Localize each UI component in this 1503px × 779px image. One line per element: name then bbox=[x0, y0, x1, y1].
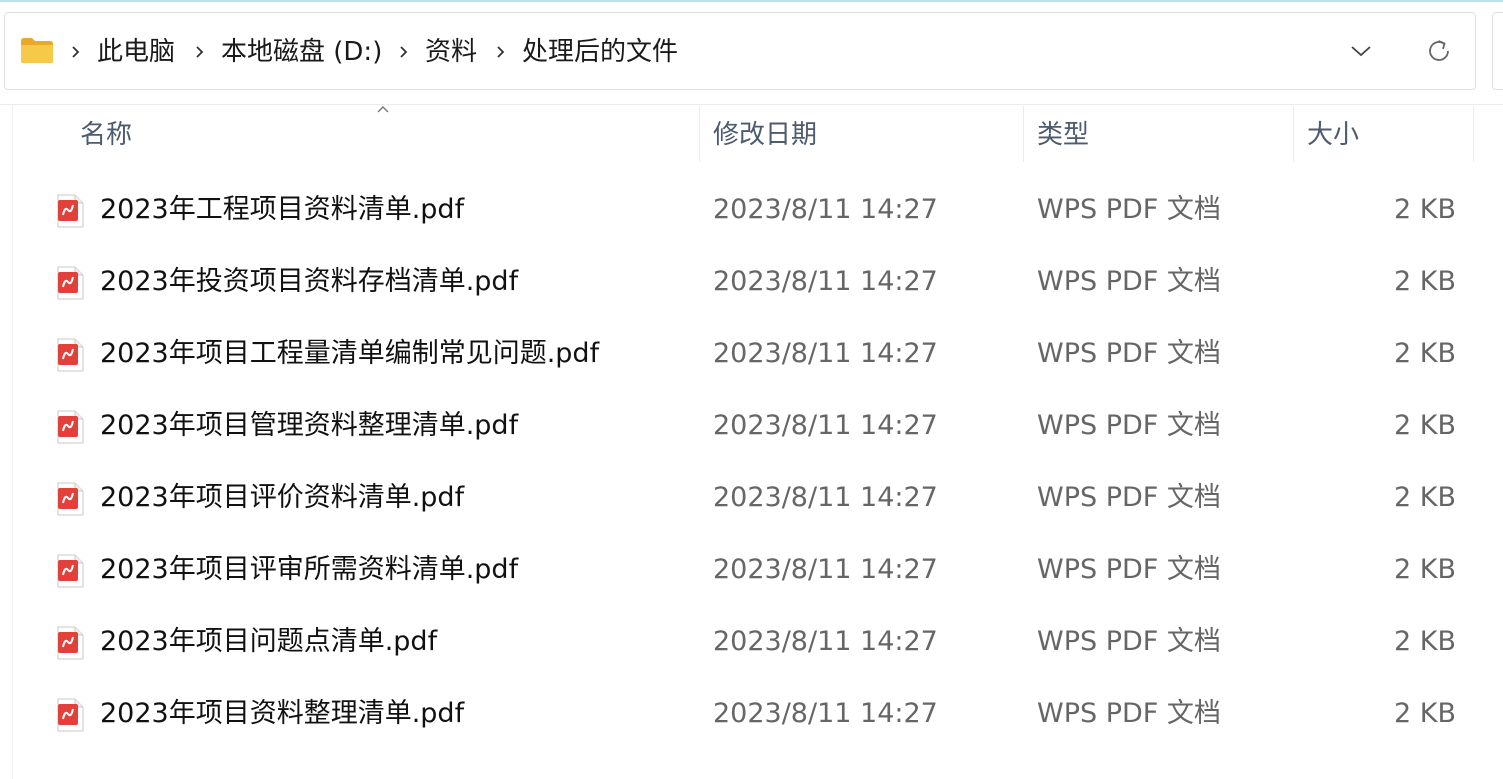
breadcrumb-local-disk[interactable]: 本地磁盘 (D:) bbox=[221, 36, 382, 68]
chevron-right-icon[interactable] bbox=[66, 40, 86, 64]
file-type: WPS PDF 文档 bbox=[1037, 410, 1221, 441]
pdf-file-icon bbox=[57, 410, 84, 444]
column-divider[interactable] bbox=[1473, 106, 1474, 162]
file-modified-date: 2023/8/11 14:27 bbox=[713, 482, 938, 513]
file-type: WPS PDF 文档 bbox=[1037, 194, 1221, 225]
file-modified-date: 2023/8/11 14:27 bbox=[713, 410, 938, 441]
file-size: 2 KB bbox=[1394, 554, 1456, 585]
window-top-accent bbox=[0, 0, 1503, 2]
file-modified-date: 2023/8/11 14:27 bbox=[713, 698, 938, 729]
folder-icon bbox=[21, 38, 53, 63]
file-size: 2 KB bbox=[1394, 482, 1456, 513]
file-row[interactable]: 2023年工程项目资料清单.pdf 2023/8/11 14:27 WPS PD… bbox=[40, 174, 1480, 246]
file-name: 2023年项目问题点清单.pdf bbox=[100, 626, 438, 657]
file-name: 2023年项目评审所需资料清单.pdf bbox=[100, 554, 519, 585]
chevron-right-icon[interactable] bbox=[190, 40, 210, 64]
file-name: 2023年项目工程量清单编制常见问题.pdf bbox=[100, 338, 600, 369]
column-header-modified[interactable]: 修改日期 bbox=[713, 118, 817, 152]
pdf-file-icon bbox=[57, 266, 84, 300]
file-type: WPS PDF 文档 bbox=[1037, 698, 1221, 729]
file-modified-date: 2023/8/11 14:27 bbox=[713, 194, 938, 225]
file-name: 2023年项目管理资料整理清单.pdf bbox=[100, 410, 519, 441]
file-size: 2 KB bbox=[1394, 194, 1456, 225]
file-size: 2 KB bbox=[1394, 698, 1456, 729]
column-header-type[interactable]: 类型 bbox=[1037, 118, 1089, 152]
file-row[interactable]: 2023年项目管理资料整理清单.pdf 2023/8/11 14:27 WPS … bbox=[40, 390, 1480, 462]
file-size: 2 KB bbox=[1394, 338, 1456, 369]
file-size: 2 KB bbox=[1394, 410, 1456, 441]
breadcrumb-materials[interactable]: 资料 bbox=[425, 36, 477, 68]
file-row[interactable]: 2023年项目评价资料清单.pdf 2023/8/11 14:27 WPS PD… bbox=[40, 462, 1480, 534]
divider bbox=[0, 104, 1503, 105]
breadcrumb-processed-files[interactable]: 处理后的文件 bbox=[522, 36, 678, 68]
file-size: 2 KB bbox=[1394, 626, 1456, 657]
pdf-file-icon bbox=[57, 482, 84, 516]
chevron-right-icon[interactable] bbox=[491, 40, 511, 64]
pdf-file-icon bbox=[57, 626, 84, 660]
file-modified-date: 2023/8/11 14:27 bbox=[713, 266, 938, 297]
file-type: WPS PDF 文档 bbox=[1037, 266, 1221, 297]
file-type: WPS PDF 文档 bbox=[1037, 482, 1221, 513]
file-name: 2023年项目评价资料清单.pdf bbox=[100, 482, 465, 513]
file-name: 2023年工程项目资料清单.pdf bbox=[100, 194, 465, 225]
refresh-icon[interactable] bbox=[1424, 36, 1454, 66]
file-type: WPS PDF 文档 bbox=[1037, 338, 1221, 369]
chevron-down-icon[interactable] bbox=[1346, 38, 1376, 64]
file-type: WPS PDF 文档 bbox=[1037, 554, 1221, 585]
column-divider[interactable] bbox=[699, 106, 700, 162]
file-type: WPS PDF 文档 bbox=[1037, 626, 1221, 657]
file-modified-date: 2023/8/11 14:27 bbox=[713, 626, 938, 657]
pane-divider bbox=[12, 105, 13, 779]
file-row[interactable]: 2023年项目工程量清单编制常见问题.pdf 2023/8/11 14:27 W… bbox=[40, 318, 1480, 390]
file-row[interactable]: 2023年项目资料整理清单.pdf 2023/8/11 14:27 WPS PD… bbox=[40, 678, 1480, 750]
file-name: 2023年投资项目资料存档清单.pdf bbox=[100, 266, 519, 297]
file-row[interactable]: 2023年投资项目资料存档清单.pdf 2023/8/11 14:27 WPS … bbox=[40, 246, 1480, 318]
pdf-file-icon bbox=[57, 554, 84, 588]
file-modified-date: 2023/8/11 14:27 bbox=[713, 554, 938, 585]
column-divider[interactable] bbox=[1293, 106, 1294, 162]
file-modified-date: 2023/8/11 14:27 bbox=[713, 338, 938, 369]
pdf-file-icon bbox=[57, 194, 84, 228]
file-row[interactable]: 2023年项目问题点清单.pdf 2023/8/11 14:27 WPS PDF… bbox=[40, 606, 1480, 678]
column-divider[interactable] bbox=[1023, 106, 1024, 162]
pdf-file-icon bbox=[57, 338, 84, 372]
file-name: 2023年项目资料整理清单.pdf bbox=[100, 698, 465, 729]
file-size: 2 KB bbox=[1394, 266, 1456, 297]
pdf-file-icon bbox=[57, 698, 84, 732]
column-header-name[interactable]: 名称 bbox=[80, 118, 132, 152]
search-box-edge[interactable] bbox=[1492, 12, 1503, 90]
breadcrumb-this-pc[interactable]: 此电脑 bbox=[97, 36, 175, 68]
file-row[interactable]: 2023年项目评审所需资料清单.pdf 2023/8/11 14:27 WPS … bbox=[40, 534, 1480, 606]
chevron-right-icon[interactable] bbox=[394, 40, 414, 64]
sort-ascending-icon bbox=[377, 106, 389, 113]
column-header-size[interactable]: 大小 bbox=[1307, 118, 1359, 152]
